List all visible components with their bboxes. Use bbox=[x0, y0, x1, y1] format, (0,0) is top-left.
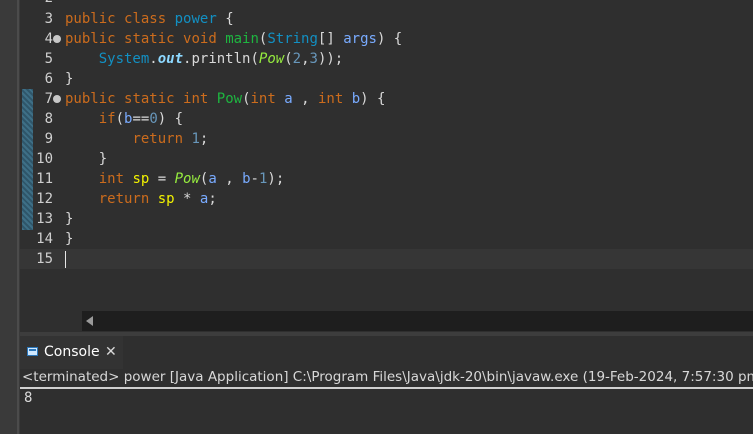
code-line-2[interactable]: 2 bbox=[20, 0, 753, 8]
code-line-9[interactable]: 9 return 1; bbox=[20, 129, 753, 149]
console-tab-label: Console bbox=[44, 344, 100, 360]
line-number: 8 bbox=[44, 111, 53, 127]
left-window-edge bbox=[0, 0, 20, 434]
code-text: if(b==0) { bbox=[98, 111, 184, 127]
code-line-8[interactable]: 8 if(b==0) { bbox=[20, 109, 753, 129]
code-text: } bbox=[65, 211, 74, 227]
horizontal-scrollbar[interactable] bbox=[82, 311, 753, 331]
line-number: 13 bbox=[36, 211, 53, 227]
code-line-5[interactable]: 5 System.out.println(Pow(2,3)); bbox=[20, 49, 753, 69]
line-number: 2 bbox=[34, 0, 53, 8]
line-number: 14 bbox=[36, 231, 53, 247]
line-number: 9 bbox=[44, 131, 53, 147]
line-number: 5 bbox=[44, 51, 53, 67]
code-text: int sp = Pow(a , b-1); bbox=[98, 171, 285, 187]
code-line-10[interactable]: 10 } bbox=[20, 149, 753, 169]
line-number: 6 bbox=[44, 71, 53, 87]
line-number: 7 bbox=[44, 91, 53, 107]
line-number: 15 bbox=[36, 251, 53, 267]
code-line-14[interactable]: 14} bbox=[20, 229, 753, 249]
fold-toggle-icon[interactable] bbox=[53, 95, 61, 103]
code-text: public class power { bbox=[65, 11, 234, 27]
code-line-4[interactable]: 4 public static void main(String[] args) … bbox=[20, 29, 753, 49]
scroll-left-icon[interactable] bbox=[86, 316, 93, 326]
line-number: 10 bbox=[36, 151, 53, 167]
code-text: public static void main(String[] args) { bbox=[65, 31, 403, 47]
code-text: return sp * a; bbox=[98, 191, 217, 207]
code-text: } bbox=[65, 71, 74, 87]
code-line-11[interactable]: 11 int sp = Pow(a , b-1); bbox=[20, 169, 753, 189]
console-status-line: <terminated> power [Java Application] C:… bbox=[22, 369, 753, 385]
console-tabbar: Console ✕ bbox=[20, 336, 753, 369]
line-number: 4 bbox=[44, 31, 53, 47]
console-output-text: 8 bbox=[24, 390, 33, 406]
code-editor[interactable]: 2 3 public class power { 4 public static voi… bbox=[20, 0, 753, 332]
code-text: return 1; bbox=[132, 131, 209, 147]
code-text: System.out.println(Pow(2,3)); bbox=[98, 51, 344, 67]
code-line-12[interactable]: 12 return sp * a; bbox=[20, 189, 753, 209]
close-icon[interactable]: ✕ bbox=[105, 344, 117, 360]
console-icon bbox=[27, 347, 38, 356]
code-text: } bbox=[65, 151, 108, 167]
code-line-15[interactable]: 15 bbox=[20, 249, 753, 269]
code-text: public static int Pow(int a , int b) { bbox=[65, 91, 386, 107]
console-output-area[interactable]: 8 bbox=[20, 389, 753, 434]
code-text: } bbox=[65, 231, 74, 247]
text-caret bbox=[65, 251, 66, 268]
code-line-3[interactable]: 3 public class power { bbox=[20, 9, 753, 29]
line-number: 11 bbox=[36, 171, 53, 187]
tab-console[interactable]: Console ✕ bbox=[20, 336, 123, 369]
code-line-6[interactable]: 6} bbox=[20, 69, 753, 89]
line-number: 3 bbox=[44, 11, 53, 27]
code-line-7[interactable]: 7 public static int Pow(int a , int b) { bbox=[20, 89, 753, 109]
code-line-13[interactable]: 13} bbox=[20, 209, 753, 229]
edge-rule bbox=[17, 0, 19, 434]
fold-toggle-icon[interactable] bbox=[53, 35, 61, 43]
line-number: 12 bbox=[36, 191, 53, 207]
